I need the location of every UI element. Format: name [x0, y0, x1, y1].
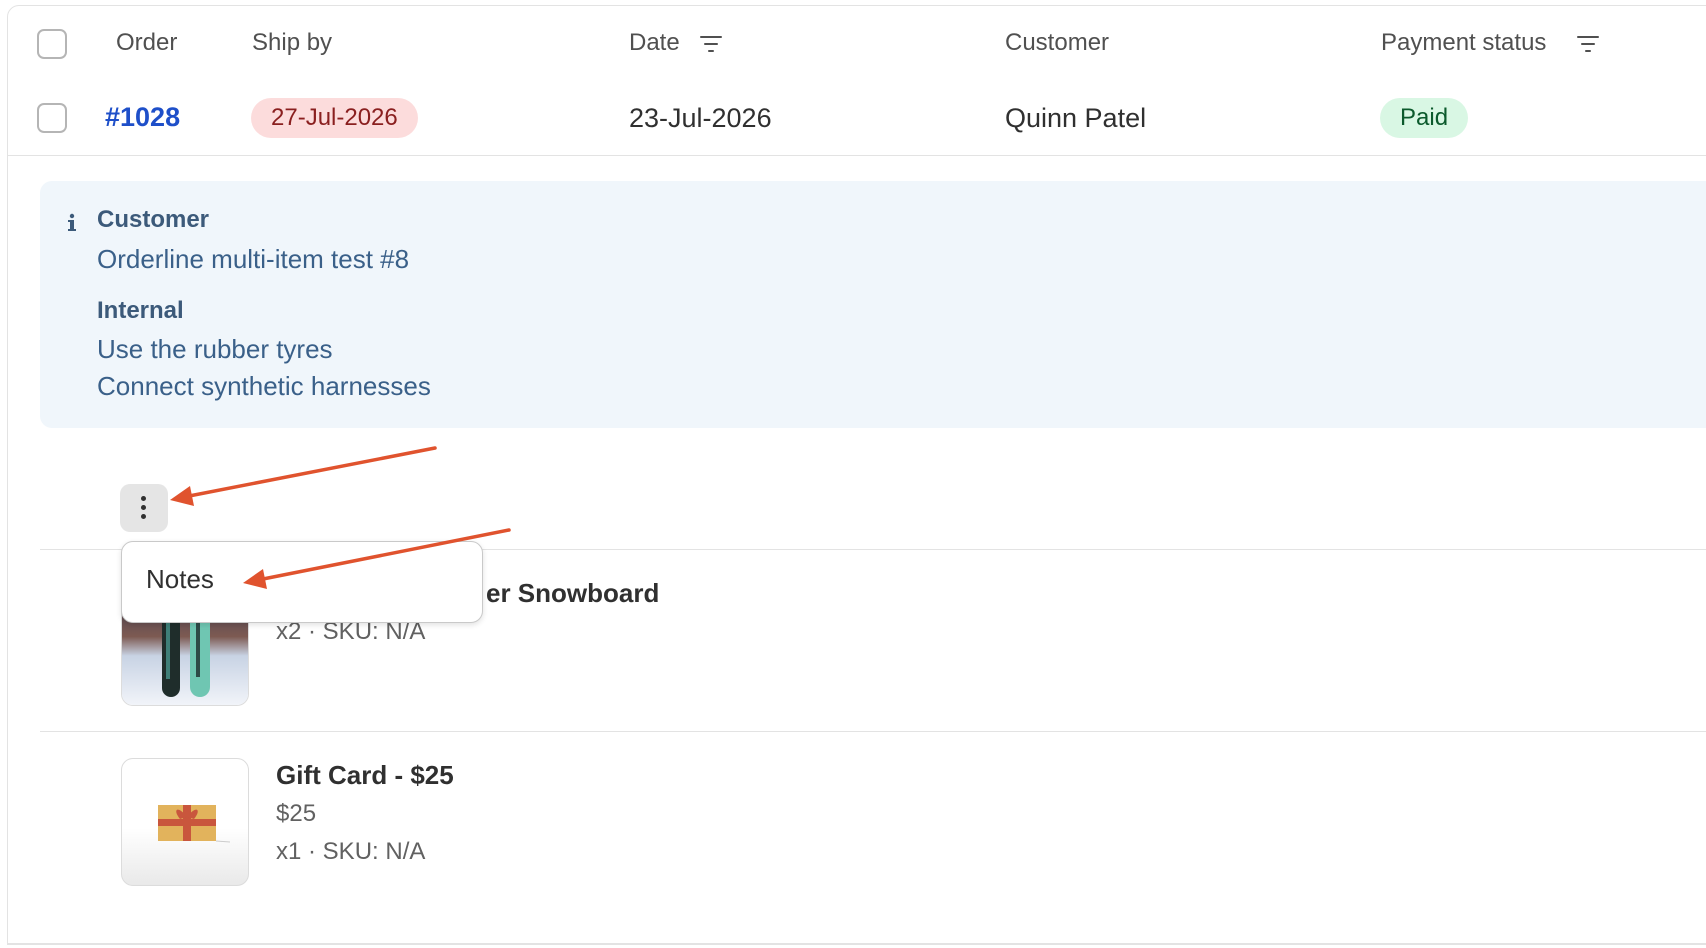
column-header-customer[interactable]: Customer: [1005, 29, 1109, 57]
info-icon: [68, 213, 76, 231]
line-item-title[interactable]: Gift Card - $25: [276, 760, 454, 791]
internal-note-label: Internal: [97, 297, 184, 324]
ship-by-badge: 27-Jul-2026: [251, 98, 418, 138]
internal-note-text: Connect synthetic harnesses: [97, 371, 431, 401]
customer-note-label: Customer: [97, 206, 210, 233]
column-header-order[interactable]: Order: [116, 29, 177, 57]
order-date: 23-Jul-2026: [629, 103, 772, 133]
column-header-date[interactable]: Date: [629, 29, 680, 57]
column-header-ship-by[interactable]: Ship by: [252, 29, 332, 57]
payment-status-badge: Paid: [1380, 98, 1469, 138]
more-actions-button[interactable]: [120, 484, 168, 532]
filter-icon[interactable]: [700, 35, 722, 53]
line-item-price: $25: [276, 800, 317, 827]
customer-name: Quinn Patel: [1005, 103, 1147, 133]
filter-icon[interactable]: [1577, 35, 1599, 53]
internal-note-text: Use the rubber tyres: [97, 334, 333, 364]
panel-bottom-border: [7, 943, 1706, 944]
line-item-quantity-sku: x1 · SKU: N/A: [276, 838, 426, 865]
orders-panel: [7, 5, 1706, 945]
row-checkbox[interactable]: [37, 103, 67, 133]
row-divider: [7, 155, 1706, 156]
select-all-checkbox[interactable]: [37, 29, 67, 59]
product-thumbnail-gift-card: [121, 758, 249, 886]
column-header-payment-status[interactable]: Payment status: [1381, 29, 1546, 57]
line-item-title[interactable]: er Snowboard: [486, 578, 659, 609]
row-divider: [40, 731, 1706, 732]
actions-popover: Notes: [121, 541, 483, 623]
customer-note-text: Orderline multi-item test #8: [97, 244, 410, 274]
order-number-link[interactable]: #1028: [105, 102, 180, 133]
menu-item-notes[interactable]: Notes: [146, 564, 214, 595]
